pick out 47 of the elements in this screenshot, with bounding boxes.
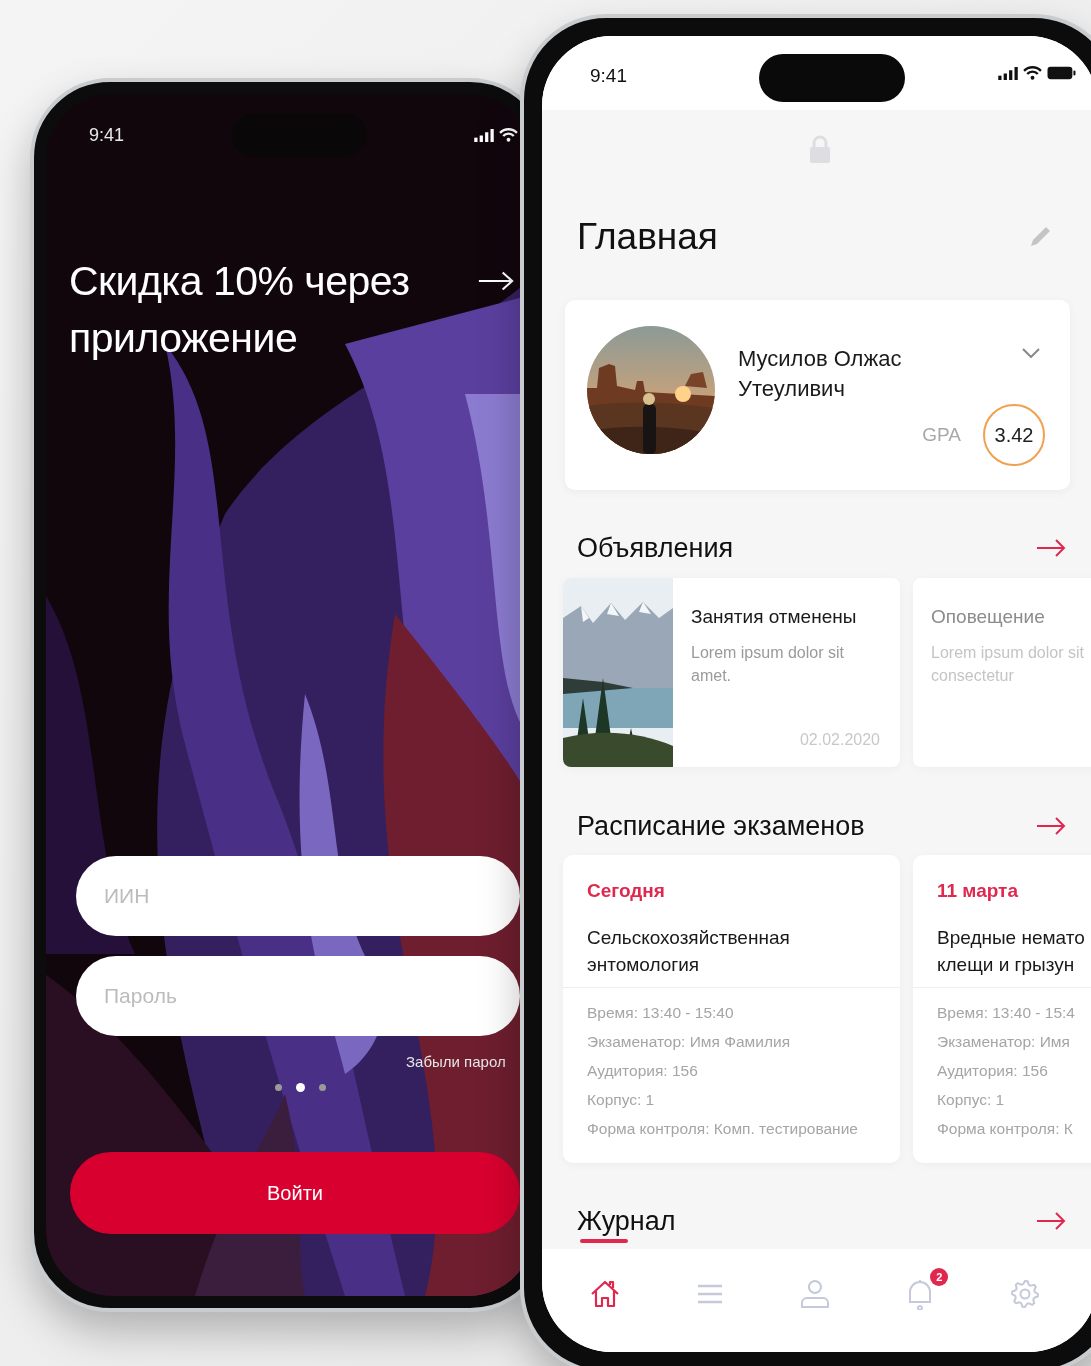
exam-detail: Форма контроля: К [937, 1119, 1074, 1139]
promo-title: Скидка 10% через приложение [69, 257, 411, 363]
announcement-text: Lorem ipsum dolor sit consectetur [931, 643, 1085, 686]
login-button[interactable]: Войти [70, 1152, 520, 1234]
exam-detail: Время: 13:40 - 15:40 [587, 1003, 735, 1023]
student-name: Мусилов Олжас Утеуливич [738, 345, 903, 403]
wifi-icon [499, 128, 518, 142]
status-time: 9:41 [89, 124, 125, 146]
lock-icon [809, 135, 831, 163]
forgot-password-link[interactable]: Забыли парол [406, 1053, 506, 1070]
exam-subject: Сельскохозяйственная энтомология [587, 926, 791, 977]
section-title: Расписание экзаменов [577, 810, 865, 842]
input-field[interactable]: Пароль [76, 956, 520, 1036]
input-field[interactable]: ИИН [76, 856, 520, 936]
signal-icon [998, 66, 1018, 80]
announcement-title: Оповещение [931, 605, 1046, 629]
exam-date: 11 марта [937, 879, 1019, 903]
page-title: Главная [577, 216, 718, 258]
exam-detail: Корпус: 1 [587, 1090, 656, 1110]
pager-dot[interactable] [274, 1084, 282, 1091]
notification-badge: 2 [930, 1267, 949, 1286]
arrow-icon[interactable] [477, 269, 515, 293]
announcement-title: Занятия отменены [691, 605, 858, 629]
gpa-label: GPA [922, 424, 961, 446]
exam-date: Сегодня [587, 879, 666, 903]
gpa-value: 3.42 [983, 404, 1045, 466]
exam-detail: Корпус: 1 [937, 1090, 1006, 1110]
battery-icon [1047, 66, 1076, 80]
exam-detail: Экзаменатор: Имя [937, 1032, 1071, 1052]
exam-subject: Вредные немато клещи и грызун [937, 926, 1086, 977]
chevron-icon[interactable] [1022, 348, 1040, 358]
exam-detail: Аудитория: 156 [587, 1061, 699, 1081]
exam-card[interactable]: 11 марта Вредные немато клещи и грызун Время: 13:40 - 15:4 Экзаменатор: Имя Аудитория: 156 Корпус: 1 Форма контроля: К [913, 855, 1091, 1163]
status-time: 9:41 [590, 65, 627, 87]
wifi-icon [1023, 66, 1042, 80]
profile-card[interactable]: Мусилов Олжас Утеуливич GPA 3.42 [565, 300, 1070, 490]
section-title: Объявления [577, 532, 734, 564]
signal-icon [474, 128, 494, 142]
section-title: Журнал [577, 1205, 676, 1237]
exam-card[interactable]: Сегодня Сельскохозяйственная энтомология Время: 13:40 - 15:40 Экзаменатор: Имя Фамилия Аудитория: 156 Корпус: 1 Форма контроля: Комп. тестирование [563, 855, 900, 1163]
pager-dot[interactable] [318, 1084, 326, 1091]
exam-detail: Аудитория: 156 [937, 1061, 1049, 1081]
pager-dot[interactable] [295, 1083, 305, 1092]
exam-detail: Экзаменатор: Имя Фамилия [587, 1032, 792, 1052]
exam-detail: Время: 13:40 - 15:4 [937, 1003, 1076, 1023]
announcement-text: Lorem ipsum dolor sit amet. [691, 643, 845, 686]
exam-detail: Форма контроля: Комп. тестирование [587, 1119, 859, 1139]
